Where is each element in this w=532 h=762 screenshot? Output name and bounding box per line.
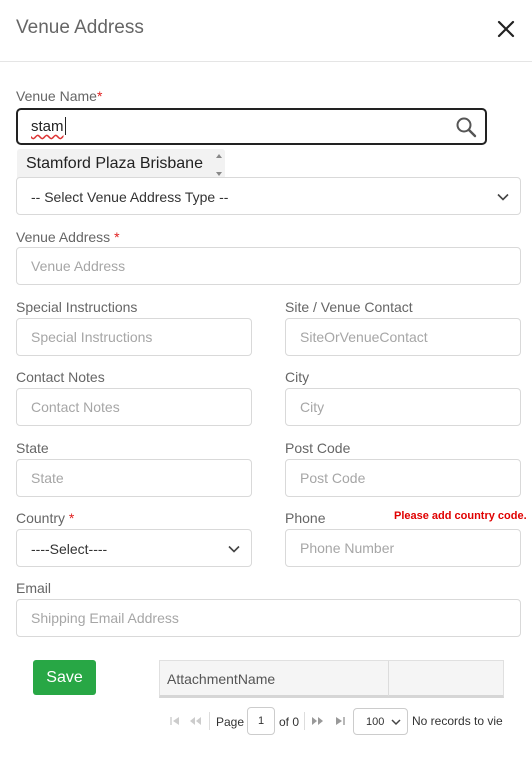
pager-divider xyxy=(209,712,210,730)
prev-page-icon[interactable] xyxy=(188,714,202,728)
required-mark: * xyxy=(114,229,120,245)
country-label-text: Country xyxy=(16,510,66,526)
page-label: Page xyxy=(216,715,245,729)
last-page-icon[interactable] xyxy=(333,714,347,728)
search-icon[interactable] xyxy=(455,116,477,138)
required-mark: * xyxy=(96,88,103,104)
state-label: State xyxy=(16,440,49,456)
phone-country-code-note: Please add country code. xyxy=(394,510,527,522)
venue-name-search-input[interactable]: stam xyxy=(16,108,487,145)
venue-address-label: Venue Address * xyxy=(16,229,120,245)
records-per-page-value: 100 xyxy=(366,716,385,728)
site-contact-input[interactable] xyxy=(285,318,521,356)
city-label: City xyxy=(285,369,310,385)
pager-status: No records to vie xyxy=(412,714,503,728)
venue-name-value: stam xyxy=(31,118,64,135)
country-select[interactable]: ----Select---- xyxy=(16,529,252,567)
city-input[interactable] xyxy=(285,388,521,426)
dialog-header: Venue Address xyxy=(0,0,532,62)
contact-notes-input[interactable] xyxy=(16,388,252,426)
special-instructions-label: Special Instructions xyxy=(16,299,138,315)
venue-address-type-select[interactable]: -- Select Venue Address Type -- xyxy=(16,177,521,215)
phone-input[interactable] xyxy=(285,529,521,567)
first-page-icon[interactable] xyxy=(168,714,182,728)
required-mark: * xyxy=(68,510,75,526)
country-label: Country * xyxy=(16,510,74,526)
save-button[interactable]: Save xyxy=(33,660,96,695)
chevron-down-icon xyxy=(228,545,240,553)
venue-address-label-text: Venue Address xyxy=(16,229,111,245)
records-per-page-select[interactable]: 100 xyxy=(353,708,408,735)
email-label: Email xyxy=(16,580,52,596)
post-code-label: Post Code xyxy=(285,440,351,456)
page-number-input[interactable]: 1 xyxy=(247,707,275,735)
pager-divider xyxy=(304,712,305,730)
venue-address-type-value: -- Select Venue Address Type -- xyxy=(31,189,229,205)
site-contact-label: Site / Venue Contact xyxy=(285,299,413,315)
phone-label: Phone xyxy=(285,510,326,526)
venue-name-label: Venue Name* xyxy=(16,88,102,104)
text-caret xyxy=(65,117,66,135)
close-icon[interactable] xyxy=(494,14,518,42)
column-divider xyxy=(388,661,389,696)
venue-address-input[interactable] xyxy=(16,247,521,285)
dialog-title: Venue Address xyxy=(16,17,144,38)
next-page-icon[interactable] xyxy=(311,714,325,728)
chevron-down-icon xyxy=(391,719,401,726)
attachment-name-column-header[interactable]: AttachmentName xyxy=(167,671,275,687)
scroll-arrows-icon[interactable] xyxy=(215,151,223,179)
venue-name-label-text: Venue Name xyxy=(16,88,97,104)
page-count-label: of 0 xyxy=(279,715,300,729)
country-value: ----Select---- xyxy=(31,541,108,557)
contact-notes-label: Contact Notes xyxy=(16,369,105,385)
venue-suggestion-label: Stamford Plaza Brisbane xyxy=(26,155,203,172)
state-input[interactable] xyxy=(16,459,252,497)
chevron-down-icon xyxy=(497,193,509,201)
special-instructions-input[interactable] xyxy=(16,318,252,356)
attachments-grid-header: AttachmentName xyxy=(159,660,504,698)
post-code-input[interactable] xyxy=(285,459,521,497)
email-input[interactable] xyxy=(16,599,521,637)
